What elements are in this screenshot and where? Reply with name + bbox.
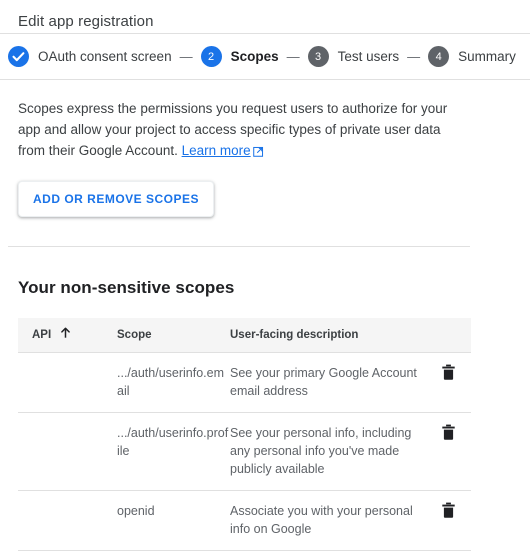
step-2-badge: 2	[200, 46, 222, 67]
step-scopes[interactable]: 2 Scopes	[200, 46, 279, 67]
non-sensitive-scopes-table-wrapper: API Scope User-facing description .../au…	[18, 318, 471, 551]
step-2-label: Scopes	[230, 49, 279, 64]
column-header-scope[interactable]: Scope	[117, 318, 230, 353]
delete-scope-button[interactable]	[441, 502, 456, 519]
non-sensitive-scopes-table: API Scope User-facing description .../au…	[18, 318, 471, 551]
table-header: API Scope User-facing description	[18, 318, 471, 353]
table-row: .../auth/userinfo.profile See your perso…	[18, 412, 471, 491]
table-body: .../auth/userinfo.email See your primary…	[18, 352, 471, 551]
cell-api	[18, 490, 117, 551]
scopes-actions: ADD OR REMOVE SCOPES	[18, 163, 512, 217]
column-header-description[interactable]: User-facing description	[230, 318, 426, 353]
step-1-label: OAuth consent screen	[38, 49, 172, 64]
delete-icon	[441, 364, 456, 384]
delete-scope-button[interactable]	[441, 364, 456, 381]
external-link-icon	[252, 142, 264, 163]
dialog-title: Edit app registration	[18, 13, 154, 30]
step-test-users[interactable]: 3 Test users	[307, 46, 400, 67]
delete-scope-button[interactable]	[441, 424, 456, 441]
table-header-row: API Scope User-facing description	[18, 318, 471, 353]
cell-actions	[426, 412, 471, 491]
step-oauth-consent-screen[interactable]: OAuth consent screen	[8, 46, 172, 67]
cell-description: Associate you with your personal info on…	[230, 490, 426, 551]
delete-icon	[441, 502, 456, 522]
add-or-remove-scopes-button[interactable]: ADD OR REMOVE SCOPES	[18, 181, 215, 217]
step-connector-1: —	[179, 49, 193, 64]
step-3-badge: 3	[307, 46, 329, 67]
step-connector-3: —	[407, 49, 421, 64]
non-sensitive-scopes-title: Your non-sensitive scopes	[18, 278, 235, 297]
cell-api	[18, 352, 117, 413]
wizard-stepper: OAuth consent screen — 2 Scopes — 3 Test…	[0, 34, 530, 79]
cell-api	[18, 412, 117, 491]
table-row: openid Associate you with your personal …	[18, 490, 471, 551]
step-4-badge: 4	[428, 46, 450, 67]
step-4-label: Summary	[458, 49, 516, 64]
column-header-api-label: API	[32, 328, 52, 341]
sort-ascending-arrow-icon[interactable]	[60, 327, 71, 343]
table-row: .../auth/userinfo.email See your primary…	[18, 352, 471, 413]
learn-more-link[interactable]: Learn more	[182, 143, 251, 158]
cell-scope: .../auth/userinfo.profile	[117, 412, 230, 491]
column-header-api[interactable]: API	[18, 318, 117, 353]
cell-description: See your personal info, including any pe…	[230, 412, 426, 491]
step-summary[interactable]: 4 Summary	[428, 46, 516, 67]
scopes-panel: Scopes express the permissions you reque…	[0, 80, 530, 217]
step-3-label: Test users	[337, 49, 400, 64]
cell-scope: openid	[117, 490, 230, 551]
scopes-description: Scopes express the permissions you reque…	[18, 80, 470, 163]
cell-scope: .../auth/userinfo.email	[117, 352, 230, 413]
cell-actions	[426, 352, 471, 413]
delete-icon	[441, 424, 456, 444]
cell-actions	[426, 490, 471, 551]
column-header-actions	[426, 318, 471, 353]
step-connector-2: —	[286, 49, 300, 64]
step-1-check-badge	[8, 46, 29, 67]
cell-description: See your primary Google Account email ad…	[230, 352, 426, 413]
